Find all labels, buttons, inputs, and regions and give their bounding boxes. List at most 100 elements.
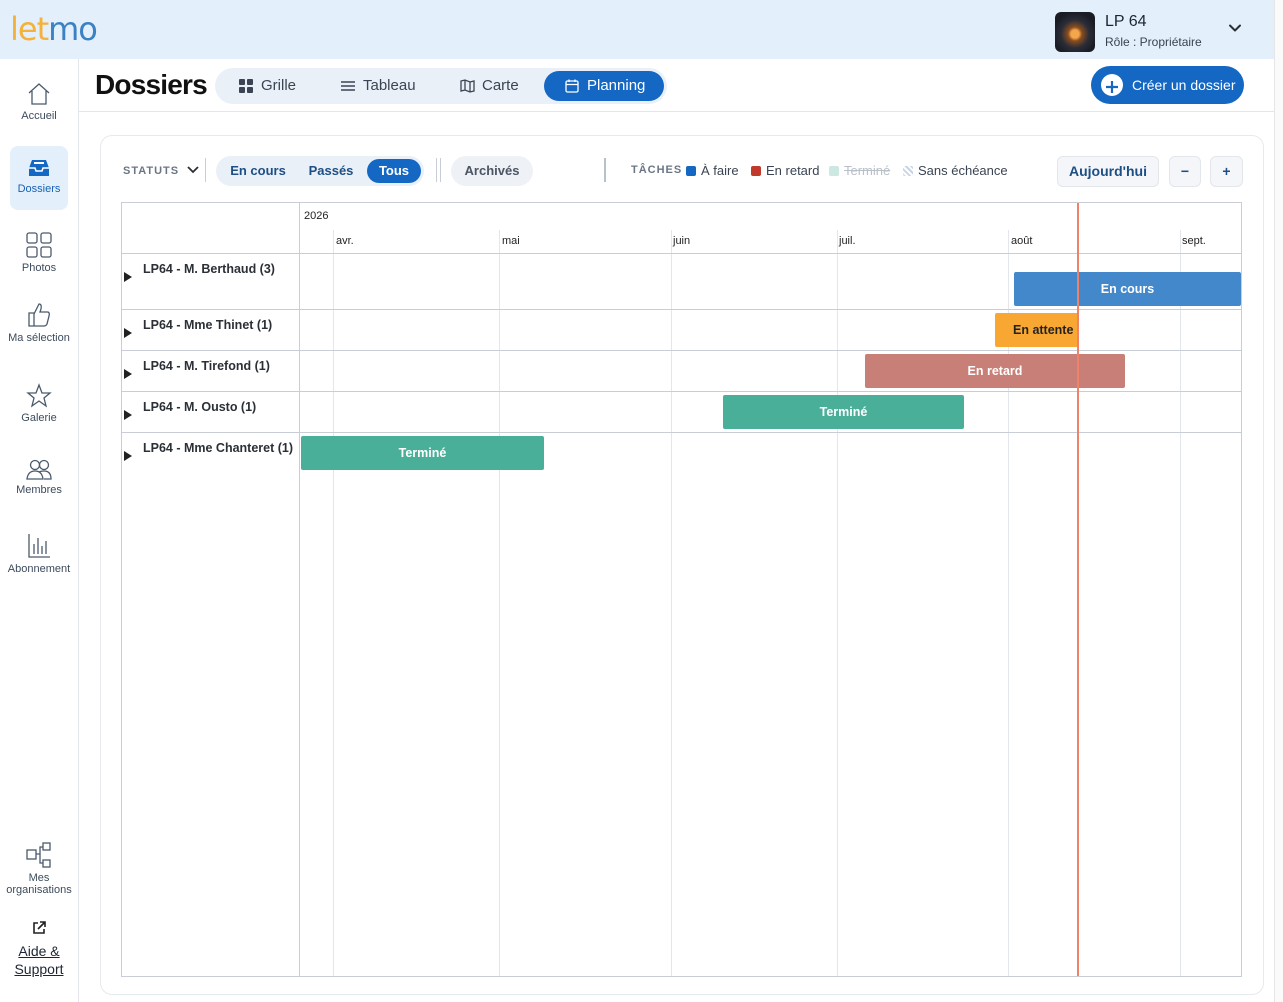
legend-sans-echeance: Sans échéance xyxy=(903,163,1008,178)
legend-en-retard: En retard xyxy=(751,163,819,178)
zoom-in-button[interactable]: + xyxy=(1210,156,1243,187)
zoom-out-button[interactable]: − xyxy=(1169,156,1201,187)
letmo-logo[interactable]: letmo xyxy=(10,10,98,48)
month-label: sept. xyxy=(1182,235,1206,247)
page-header: Dossiers Grille Tableau Carte Planning C… xyxy=(79,59,1274,112)
sidebar-item-label: Photos xyxy=(21,262,57,274)
sidebar-item-label: Galerie xyxy=(21,412,57,424)
sidebar-item-label: Mes organisations xyxy=(6,872,72,896)
today-button[interactable]: Aujourd'hui xyxy=(1057,156,1159,187)
row-divider xyxy=(122,432,1241,433)
row-label[interactable]: LP64 - M. Berthaud (3) xyxy=(143,262,275,276)
tab-tableau[interactable]: Tableau xyxy=(341,71,431,101)
expand-triangle-icon[interactable] xyxy=(124,410,132,420)
row-divider xyxy=(122,391,1241,392)
sidebar-item-mes-organisations[interactable]: Mes organisations xyxy=(0,841,78,896)
gantt-bar[interactable]: En attente xyxy=(995,313,1079,347)
month-label: mai xyxy=(502,235,520,247)
sidebar-item-photos[interactable]: Photos xyxy=(0,231,78,274)
taches-label: TÂCHES xyxy=(631,164,683,176)
page-title: Dossiers xyxy=(95,69,208,100)
organization-icon xyxy=(26,842,51,868)
sidebar-item-abonnement[interactable]: Abonnement xyxy=(0,532,78,575)
expand-triangle-icon[interactable] xyxy=(124,369,132,379)
avatar xyxy=(1055,12,1095,52)
month-gridline xyxy=(333,230,334,976)
external-link-icon xyxy=(32,921,46,940)
filters-bar: STATUTS En cours Passés Tous Archivés TÂ… xyxy=(101,136,1265,202)
grid-icon xyxy=(26,232,52,258)
row-label[interactable]: LP64 - Mme Chanteret (1) xyxy=(143,441,293,455)
sidebar-item-galerie[interactable]: Galerie xyxy=(0,383,78,424)
expand-triangle-icon[interactable] xyxy=(124,451,132,461)
legend-swatch xyxy=(829,166,839,176)
thumbs-up-icon xyxy=(28,303,50,327)
planning-card: STATUTS En cours Passés Tous Archivés TÂ… xyxy=(100,135,1264,995)
segment-en-cours[interactable]: En cours xyxy=(222,159,294,183)
row-label[interactable]: LP64 - M. Ousto (1) xyxy=(143,400,256,414)
page-scrollbar[interactable] xyxy=(1274,0,1283,1002)
sidebar-item-label: Abonnement xyxy=(7,563,71,575)
legend-swatch xyxy=(903,166,913,176)
sidebar-item-label: Accueil xyxy=(21,110,57,122)
chevron-down-icon[interactable] xyxy=(1227,20,1243,36)
month-label: août xyxy=(1011,235,1033,247)
month-gridline xyxy=(671,230,672,976)
sidebar-item-accueil[interactable]: Accueil xyxy=(0,81,78,122)
row-label[interactable]: LP64 - Mme Thinet (1) xyxy=(143,318,272,332)
divider xyxy=(440,158,441,182)
profile-role: Rôle : Propriétaire xyxy=(1105,35,1202,49)
gantt-bar[interactable]: Terminé xyxy=(723,395,964,429)
year-label: 2026 xyxy=(304,210,329,222)
month-label: juil. xyxy=(839,235,856,247)
sidebar-item-dossiers[interactable]: Dossiers xyxy=(10,146,68,210)
gantt-bar[interactable]: En cours xyxy=(1014,272,1241,306)
inbox-icon xyxy=(29,160,49,176)
archives-button[interactable]: Archivés xyxy=(451,156,533,186)
legend-swatch xyxy=(751,166,761,176)
tab-carte[interactable]: Carte xyxy=(460,71,530,101)
header-divider xyxy=(122,253,1241,254)
month-label: avr. xyxy=(336,235,354,247)
sidebar: Accueil Dossiers Photos Ma sélection Gal… xyxy=(0,59,79,1002)
month-gridline xyxy=(837,230,838,976)
tab-planning[interactable]: Planning xyxy=(544,71,664,101)
row-divider xyxy=(122,309,1241,310)
segment-tous[interactable]: Tous xyxy=(367,159,421,183)
tab-grille[interactable]: Grille xyxy=(239,71,309,101)
divider xyxy=(205,158,206,182)
sidebar-item-label: Dossiers xyxy=(17,183,61,195)
sidebar-item-membres[interactable]: Membres xyxy=(0,457,78,496)
expand-triangle-icon[interactable] xyxy=(124,328,132,338)
view-switcher: Grille Tableau Carte Planning xyxy=(215,68,667,104)
legend-swatch xyxy=(686,166,696,176)
segment-passes[interactable]: Passés xyxy=(298,159,364,183)
statuts-dropdown[interactable]: STATUTS xyxy=(123,165,199,177)
create-dossier-button[interactable]: Créer un dossier xyxy=(1091,66,1244,104)
gantt-bar[interactable]: Terminé xyxy=(301,436,544,470)
profile-name: LP 64 xyxy=(1105,13,1147,30)
month-label: juin xyxy=(673,235,691,247)
profile-menu[interactable]: LP 64 Rôle : Propriétaire xyxy=(1055,12,1255,52)
gantt-chart: 2026 avr. mai juin juil. août sept. LP64… xyxy=(121,202,1242,977)
chevron-down-icon xyxy=(187,166,199,174)
map-icon xyxy=(460,79,475,93)
help-support-link[interactable]: Aide & Support xyxy=(0,942,78,978)
row-label[interactable]: LP64 - M. Tirefond (1) xyxy=(143,359,270,373)
sidebar-item-label: Membres xyxy=(16,484,62,496)
status-segmented-control: En cours Passés Tous xyxy=(216,156,424,186)
plus-circle-icon xyxy=(1101,74,1123,96)
row-divider xyxy=(122,350,1241,351)
expand-triangle-icon[interactable] xyxy=(124,272,132,282)
legend-a-faire: À faire xyxy=(686,163,739,178)
gantt-bar[interactable]: En retard xyxy=(865,354,1125,388)
top-bar: letmo LP 64 Rôle : Propriétaire xyxy=(0,0,1274,59)
today-marker-line xyxy=(1077,203,1079,976)
bar-chart-icon xyxy=(28,534,50,558)
grid-icon xyxy=(239,79,253,93)
legend-termine: Terminé xyxy=(829,163,890,178)
home-icon xyxy=(28,83,50,105)
month-gridline xyxy=(1180,230,1181,976)
divider xyxy=(436,158,437,182)
sidebar-item-ma-selection[interactable]: Ma sélection xyxy=(0,301,78,344)
